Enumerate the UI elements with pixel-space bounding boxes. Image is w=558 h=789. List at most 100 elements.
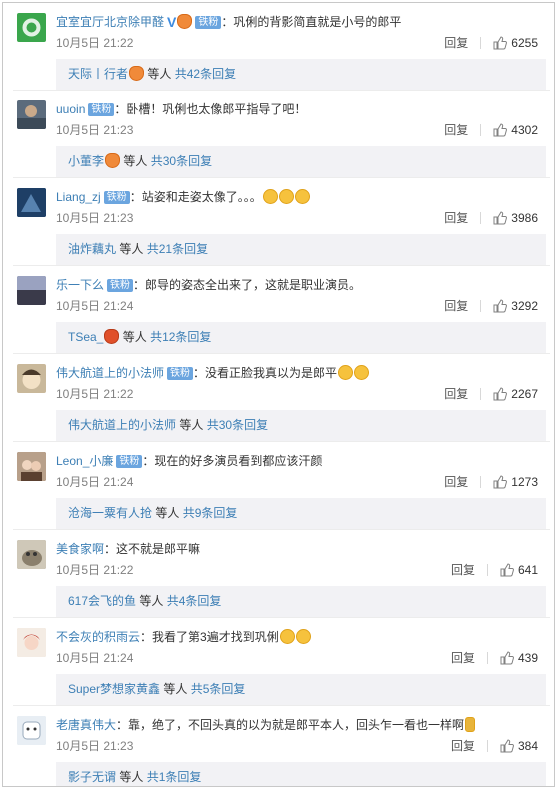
username-link[interactable]: 乐一下么 bbox=[56, 278, 104, 292]
comment-time: 10月5日 21:22 bbox=[56, 387, 134, 401]
reply-button[interactable]: 回复 bbox=[444, 36, 468, 50]
username-link[interactable]: 不会灰的积雨云 bbox=[56, 630, 140, 644]
fan-badge[interactable]: 铁粉 bbox=[88, 103, 115, 116]
fan-badge[interactable]: 铁粉 bbox=[167, 367, 194, 380]
reply-button[interactable]: 回复 bbox=[444, 299, 468, 313]
reply-summary[interactable]: 天际丨行者 等人 共42条回复 bbox=[56, 59, 546, 90]
avatar[interactable] bbox=[17, 540, 46, 569]
reply-users[interactable]: 617会飞的鱼 bbox=[68, 594, 136, 608]
reply-count-link[interactable]: 共30条回复 bbox=[207, 418, 268, 432]
thumb-up-icon[interactable] bbox=[493, 299, 508, 317]
comment-text: 我看了第3遍才找到巩俐 bbox=[152, 630, 279, 644]
reply-users[interactable]: TSea_ bbox=[68, 330, 103, 344]
username-link[interactable]: 伟大航道上的小法师 bbox=[56, 366, 164, 380]
divider bbox=[486, 564, 488, 576]
reply-count-link[interactable]: 共4条回复 bbox=[167, 594, 222, 608]
laugh-cry-emoji-icon bbox=[354, 365, 370, 380]
fire-emoji-icon bbox=[129, 66, 145, 81]
reply-button[interactable]: 回复 bbox=[444, 387, 468, 401]
username-link[interactable]: Liang_zj bbox=[56, 190, 101, 204]
fan-badge[interactable]: 铁粉 bbox=[107, 279, 134, 292]
username-link[interactable]: uuoin bbox=[56, 102, 85, 116]
reply-count-link[interactable]: 共30条回复 bbox=[151, 154, 212, 168]
reply-summary[interactable]: TSea_ 等人 共12条回复 bbox=[56, 322, 546, 353]
reply-users[interactable]: 油炸藕丸 bbox=[68, 242, 116, 256]
username-link[interactable]: 老唐真伟大 bbox=[56, 718, 116, 732]
thumb-up-icon[interactable] bbox=[500, 563, 514, 581]
reply-button[interactable]: 回复 bbox=[444, 123, 468, 137]
reply-button[interactable]: 回复 bbox=[444, 211, 468, 225]
reply-count-link[interactable]: 共1条回复 bbox=[147, 770, 202, 784]
avatar[interactable] bbox=[17, 452, 46, 481]
divider bbox=[486, 652, 488, 664]
fan-badge[interactable]: 铁粉 bbox=[103, 191, 130, 204]
comment-text: 站姿和走姿太像了。。。 bbox=[141, 190, 262, 204]
avatar[interactable] bbox=[17, 188, 46, 217]
comment-time: 10月5日 21:24 bbox=[56, 475, 134, 489]
reply-summary[interactable]: 沧海一粟有人抢 等人 共9条回复 bbox=[56, 498, 546, 529]
reply-summary[interactable]: 伟大航道上的小法师 等人 共30条回复 bbox=[56, 410, 546, 441]
divider bbox=[480, 300, 482, 312]
thumb-up-icon[interactable] bbox=[500, 739, 514, 757]
reply-summary[interactable]: 油炸藕丸 等人 共21条回复 bbox=[56, 234, 546, 265]
thumb-up-icon[interactable] bbox=[493, 475, 508, 493]
reply-tail: 等人 bbox=[155, 506, 180, 520]
reply-tail: 等人 bbox=[179, 418, 204, 432]
avatar[interactable] bbox=[17, 13, 46, 42]
divider bbox=[13, 617, 550, 618]
reply-button[interactable]: 回复 bbox=[451, 739, 475, 753]
reply-count-link[interactable]: 共12条回复 bbox=[150, 330, 211, 344]
reply-users[interactable]: 天际丨行者 bbox=[68, 67, 128, 81]
username-link[interactable]: 美食家啊 bbox=[56, 542, 104, 556]
reply-count-link[interactable]: 共21条回复 bbox=[147, 242, 208, 256]
thumb-up-icon[interactable] bbox=[493, 36, 508, 54]
reply-users[interactable]: Super梦想家黄鑫 bbox=[68, 682, 160, 696]
reply-users[interactable]: 小董李 bbox=[68, 154, 104, 168]
comment-text: 没看正脸我真以为是郎平 bbox=[205, 366, 338, 380]
thumb-up-icon[interactable] bbox=[493, 387, 508, 405]
avatar[interactable] bbox=[17, 628, 46, 657]
avatar[interactable] bbox=[17, 364, 46, 393]
divider bbox=[480, 212, 482, 224]
reply-summary[interactable]: Super梦想家黄鑫 等人 共5条回复 bbox=[56, 674, 546, 705]
fan-badge[interactable]: 铁粉 bbox=[116, 455, 143, 468]
comment-time: 10月5日 21:24 bbox=[56, 651, 134, 665]
reply-users[interactable]: 影子无谓 bbox=[68, 770, 116, 784]
comment-text: 巩俐的背影简直就是小号的郎平 bbox=[233, 15, 402, 29]
fire-emoji-icon bbox=[177, 14, 193, 29]
thumb-up-icon[interactable] bbox=[500, 651, 514, 669]
thumb-up-icon[interactable] bbox=[493, 123, 508, 141]
avatar[interactable] bbox=[17, 100, 46, 129]
avatar[interactable] bbox=[17, 276, 46, 305]
avatar[interactable] bbox=[17, 716, 46, 745]
reply-tail: 等人 bbox=[147, 67, 172, 81]
username-link[interactable]: Leon_小廉 bbox=[56, 454, 113, 468]
reply-count-link[interactable]: 共5条回复 bbox=[191, 682, 246, 696]
surprised-emoji-icon bbox=[279, 629, 295, 644]
comment-time: 10月5日 21:22 bbox=[56, 563, 134, 577]
surprised-emoji-icon bbox=[295, 629, 311, 644]
divider bbox=[13, 265, 550, 266]
laugh-cry-emoji-icon bbox=[278, 189, 294, 204]
reply-button[interactable]: 回复 bbox=[451, 563, 475, 577]
reply-button[interactable]: 回复 bbox=[451, 651, 475, 665]
like-count: 384 bbox=[517, 739, 538, 753]
reply-users[interactable]: 沧海一粟有人抢 bbox=[68, 506, 152, 520]
reply-summary[interactable]: 617会飞的鱼 等人 共4条回复 bbox=[56, 586, 546, 617]
divider bbox=[13, 177, 550, 178]
username-link[interactable]: 宜室宜厅北京除甲醛 bbox=[56, 15, 164, 29]
crab-emoji-icon bbox=[104, 329, 120, 344]
comment-time: 10月5日 21:24 bbox=[56, 299, 134, 313]
thumb-up-icon[interactable] bbox=[493, 211, 508, 229]
reply-users[interactable]: 伟大航道上的小法师 bbox=[68, 418, 176, 432]
reply-summary[interactable]: 小董李 等人 共30条回复 bbox=[56, 146, 546, 177]
reply-count-link[interactable]: 共42条回复 bbox=[175, 67, 236, 81]
reply-tail: 等人 bbox=[119, 242, 144, 256]
divider bbox=[486, 740, 488, 752]
fan-badge[interactable]: 铁粉 bbox=[195, 16, 222, 29]
reply-button[interactable]: 回复 bbox=[444, 475, 468, 489]
trophy-emoji-icon bbox=[465, 717, 476, 732]
comment-list: 宜室宜厅北京除甲醛 V 铁粉 ：巩俐的背影简直就是小号的郎平 10月5日 21:22 … bbox=[2, 2, 555, 787]
reply-count-link[interactable]: 共9条回复 bbox=[183, 506, 238, 520]
reply-summary[interactable]: 影子无谓 等人 共1条回复 bbox=[56, 762, 546, 786]
